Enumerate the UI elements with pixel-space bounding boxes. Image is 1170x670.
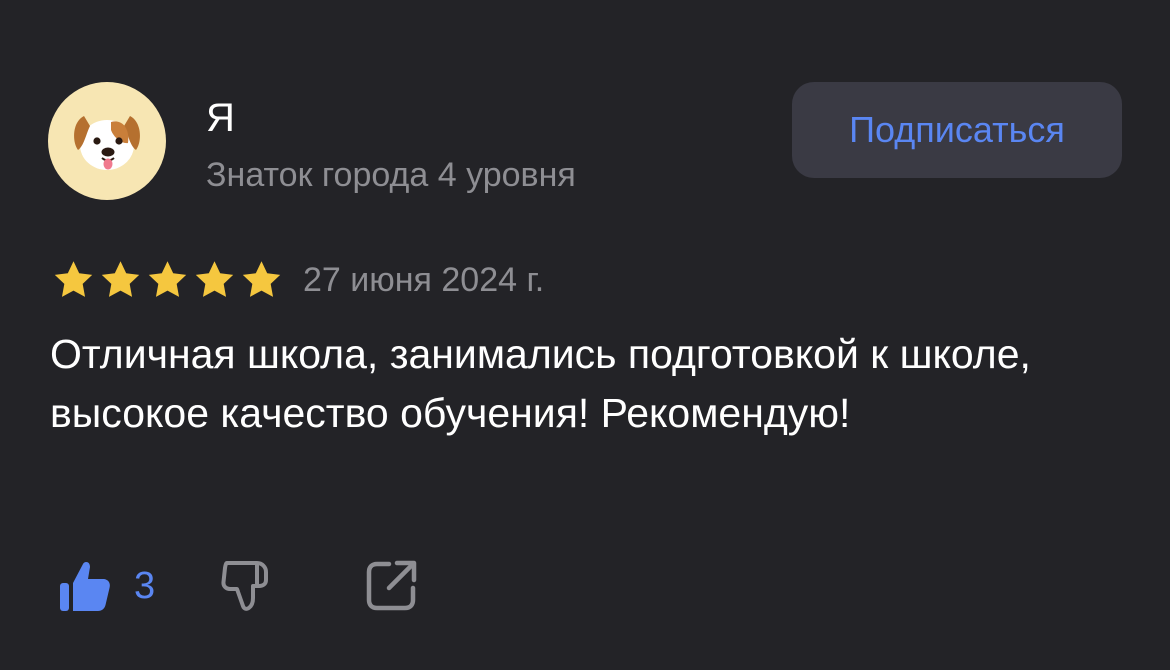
thumbs-up-icon [60, 562, 110, 611]
star-rating [50, 258, 285, 302]
star-icon [242, 261, 281, 297]
subscribe-button[interactable]: Подписаться [792, 82, 1122, 178]
share-icon [366, 560, 417, 611]
rating-row: 27 июня 2024 г. [50, 258, 544, 302]
author-name[interactable]: Я [206, 96, 235, 140]
star-icon [148, 261, 187, 297]
share-button[interactable] [363, 558, 419, 614]
avatar[interactable] [48, 82, 166, 200]
star-icon [195, 261, 234, 297]
thumbs-down-icon [221, 561, 269, 611]
puppy-face-icon [74, 116, 140, 170]
review-date: 27 июня 2024 г. [303, 261, 545, 299]
dislike-button[interactable] [217, 556, 277, 616]
star-icon [54, 261, 93, 297]
like-count: 3 [134, 564, 156, 607]
author-level: Знаток города 4 уровня [206, 156, 576, 194]
star-icon [101, 261, 140, 297]
review-text: Отличная школа, занимались подготовкой к… [50, 331, 1031, 436]
like-button[interactable]: 3 [58, 558, 155, 614]
review-actions: 3 [58, 556, 419, 616]
